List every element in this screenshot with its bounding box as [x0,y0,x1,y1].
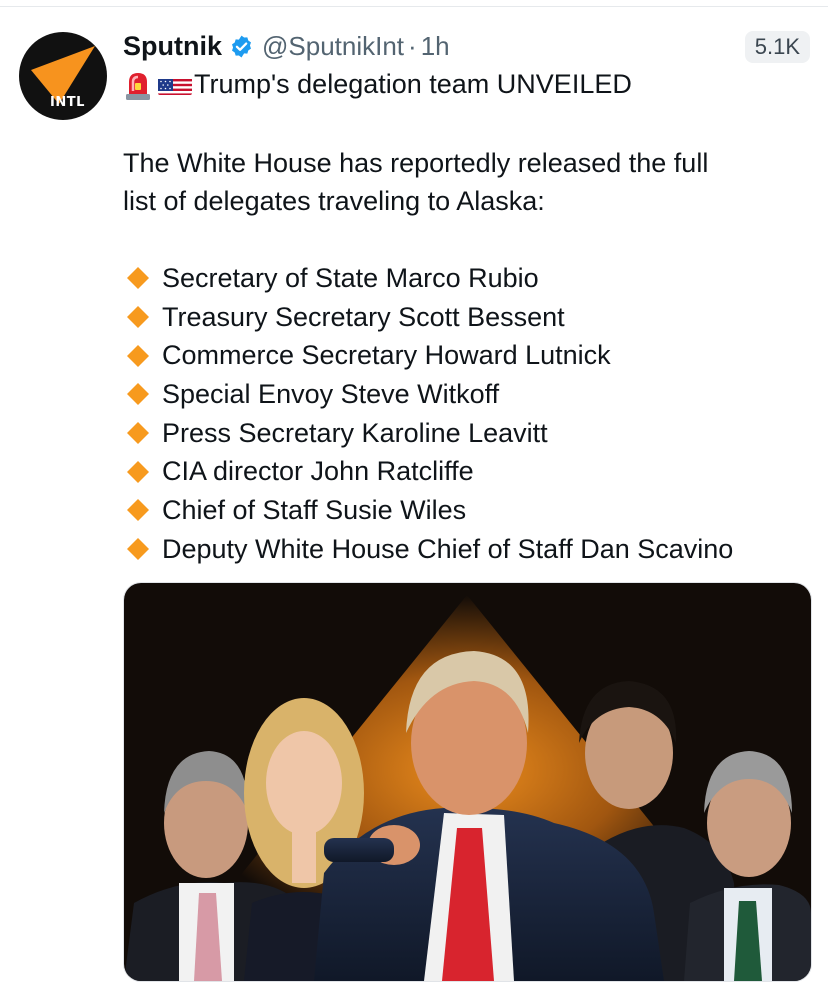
list-item: Press Secretary Karoline Leavitt [126,414,733,453]
orange-diamond-icon [127,344,149,367]
list-item: Deputy White House Chief of Staff Dan Sc… [126,530,733,569]
avatar-label: INTL [50,95,85,110]
delegate-name: Commerce Secretary Howard Lutnick [162,340,611,371]
orange-diamond-icon [127,460,149,483]
avatar[interactable]: INTL [19,32,107,120]
list-item: Commerce Secretary Howard Lutnick [126,336,733,375]
headline-line: Trump's delegation team UNVEILED [123,65,632,103]
delegate-name: Deputy White House Chief of Staff Dan Sc… [162,533,734,564]
delegate-name: Chief of Staff Susie Wiles [162,494,467,525]
headline-text: Trump's delegation team UNVEILED [194,69,632,99]
delegate-name: Press Secretary Karoline Leavitt [162,417,548,448]
list-item: Special Envoy Steve Witkoff [126,375,733,414]
timestamp[interactable]: 1h [421,31,450,62]
orange-diamond-icon [127,383,149,406]
author-name[interactable]: Sputnik [123,31,222,62]
orange-diamond-icon [127,538,149,561]
tweet-header: Sputnik @SputnikInt · 1h [123,28,450,64]
delegate-name: Treasury Secretary Scott Bessent [162,301,565,332]
orange-diamond-icon [127,499,149,522]
delegate-name: CIA director John Ratcliffe [162,456,474,487]
list-item: CIA director John Ratcliffe [126,452,733,491]
view-count-badge[interactable]: 5.1K [744,31,810,63]
separator-dot: · [408,30,417,61]
verified-badge-icon [232,35,251,57]
orange-diamond-icon [127,422,149,445]
delegation-photo-illustration [124,583,811,981]
delegate-name: Secretary of State Marco Rubio [162,262,539,293]
rotating-light-icon [123,67,153,101]
us-flag-icon [158,73,192,95]
intro-line-2: list of delegates traveling to Alaska: [123,186,545,216]
tweet-photo[interactable] [123,582,812,982]
delegate-name: Special Envoy Steve Witkoff [162,378,500,409]
list-item: Secretary of State Marco Rubio [126,259,733,298]
orange-diamond-icon [127,306,149,329]
list-item: Chief of Staff Susie Wiles [126,491,733,530]
author-handle[interactable]: @SputnikInt [262,31,404,62]
top-divider [0,6,828,7]
intro-paragraph: The White House has reportedly released … [123,144,708,220]
intro-line-1: The White House has reportedly released … [123,148,709,178]
orange-diamond-icon [127,267,149,290]
list-item: Treasury Secretary Scott Bessent [126,298,733,337]
delegate-list: Secretary of State Marco Rubio Treasury … [126,259,733,569]
